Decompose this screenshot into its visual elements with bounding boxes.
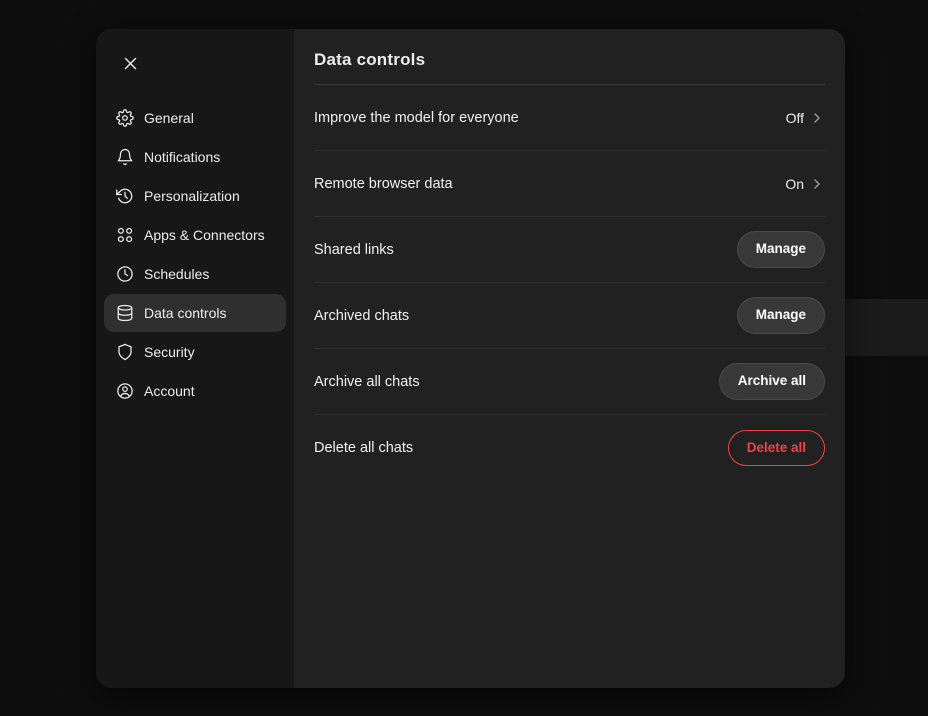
sidebar-item-data-controls[interactable]: Data controls [104, 294, 286, 332]
setting-row-delete-all-chats: Delete all chats Delete all [314, 415, 825, 481]
settings-sidebar: General Notifications Personalization Ap… [96, 29, 294, 688]
setting-label: Remote browser data [314, 176, 453, 192]
setting-row-shared-links: Shared links Manage [314, 217, 825, 283]
close-button[interactable] [116, 49, 144, 77]
background-panel-fragment [845, 299, 928, 356]
setting-value-control[interactable]: Off [786, 110, 825, 126]
sidebar-item-label: Account [144, 383, 195, 399]
settings-content: Data controls Improve the model for ever… [294, 29, 845, 688]
shield-icon [116, 343, 134, 361]
setting-label: Archive all chats [314, 374, 420, 390]
settings-dialog: General Notifications Personalization Ap… [96, 29, 845, 688]
content-header: Data controls [314, 29, 825, 85]
setting-label: Improve the model for everyone [314, 110, 519, 126]
manage-shared-links-button[interactable]: Manage [737, 231, 825, 267]
setting-value: Off [786, 110, 804, 126]
sidebar-item-account[interactable]: Account [104, 372, 286, 410]
gear-icon [116, 109, 134, 127]
sidebar-item-label: Schedules [144, 266, 209, 282]
sidebar-item-label: General [144, 110, 194, 126]
apps-connectors-icon [116, 226, 134, 244]
user-icon [116, 382, 134, 400]
personalization-icon [116, 187, 134, 205]
page-title: Data controls [314, 50, 825, 70]
settings-nav: General Notifications Personalization Ap… [104, 99, 286, 410]
setting-row-archive-all-chats: Archive all chats Archive all [314, 349, 825, 415]
setting-label: Shared links [314, 242, 394, 258]
sidebar-item-label: Personalization [144, 188, 240, 204]
sidebar-item-label: Security [144, 344, 195, 360]
sidebar-item-apps-connectors[interactable]: Apps & Connectors [104, 216, 286, 254]
setting-row-improve-model[interactable]: Improve the model for everyone Off [314, 85, 825, 151]
sidebar-item-security[interactable]: Security [104, 333, 286, 371]
sidebar-item-label: Apps & Connectors [144, 227, 265, 243]
delete-all-button[interactable]: Delete all [728, 430, 825, 466]
sidebar-item-label: Data controls [144, 305, 226, 321]
sidebar-item-label: Notifications [144, 149, 220, 165]
archive-all-button[interactable]: Archive all [719, 363, 825, 399]
sidebar-item-schedules[interactable]: Schedules [104, 255, 286, 293]
setting-value-control[interactable]: On [785, 176, 825, 192]
setting-label: Delete all chats [314, 440, 413, 456]
bell-icon [116, 148, 134, 166]
chevron-right-icon [809, 176, 825, 192]
sidebar-item-personalization[interactable]: Personalization [104, 177, 286, 215]
manage-archived-chats-button[interactable]: Manage [737, 297, 825, 333]
clock-icon [116, 265, 134, 283]
setting-row-archived-chats: Archived chats Manage [314, 283, 825, 349]
chevron-right-icon [809, 110, 825, 126]
setting-label: Archived chats [314, 308, 409, 324]
sidebar-item-general[interactable]: General [104, 99, 286, 137]
setting-row-remote-browser-data[interactable]: Remote browser data On [314, 151, 825, 217]
setting-value: On [785, 176, 804, 192]
sidebar-item-notifications[interactable]: Notifications [104, 138, 286, 176]
database-icon [116, 304, 134, 322]
close-icon [122, 55, 139, 72]
